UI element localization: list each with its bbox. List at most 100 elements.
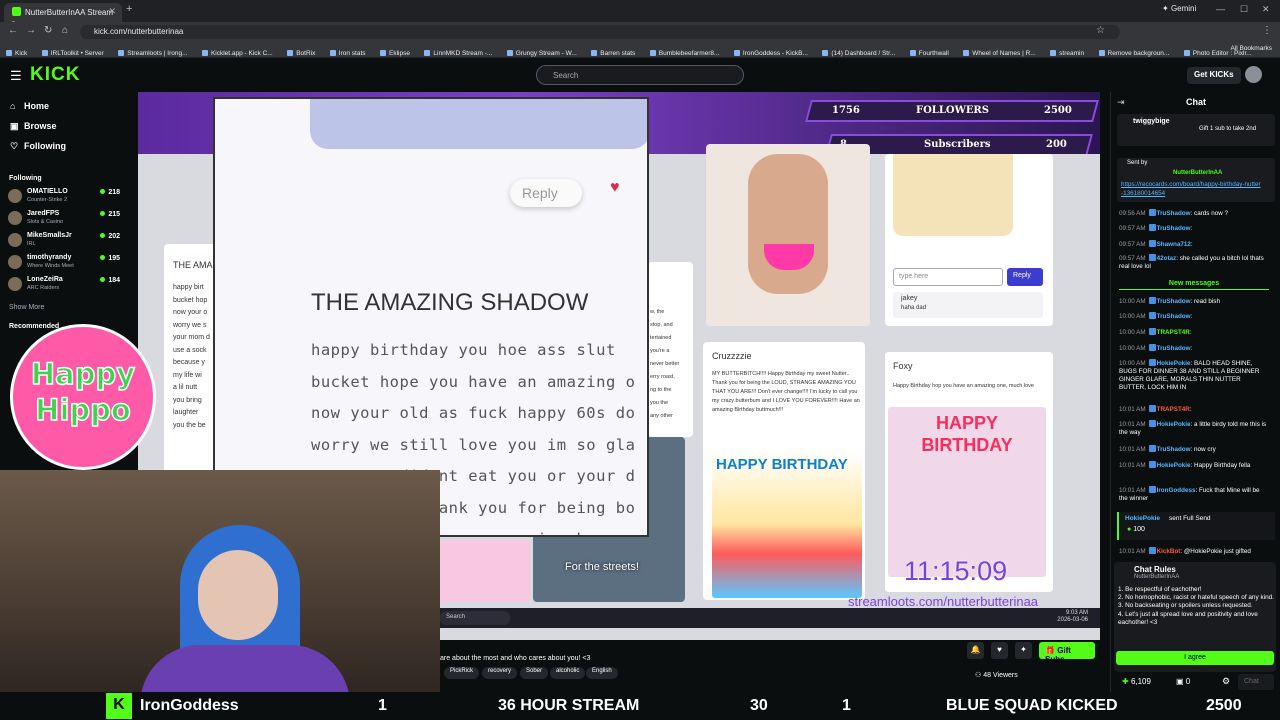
bell-icon[interactable]: 🔔 — [967, 642, 984, 659]
gift-user[interactable]: HokiePokie — [1125, 515, 1160, 522]
tag[interactable]: Sober — [520, 667, 549, 679]
user-avatar[interactable] — [1245, 66, 1262, 83]
hamburger-menu-icon[interactable]: ☰ — [10, 68, 22, 84]
bookmark-item[interactable]: (14) Dashboard / Str... — [822, 50, 895, 57]
followed-channel[interactable]: MikeSmallsJr IRL 202 — [8, 232, 130, 252]
show-more-link[interactable]: Show More — [9, 304, 44, 311]
streamer-name: IronGoddess — [140, 697, 239, 714]
badge-icon — [1148, 254, 1156, 261]
msg-user[interactable]: HokiePokie — [1157, 360, 1191, 367]
new-tab-button[interactable]: + — [126, 3, 132, 15]
nav-browse[interactable]: ▣ Browse — [10, 121, 57, 132]
tag[interactable]: alcoholic — [550, 667, 586, 679]
kick-logo[interactable]: KICK — [30, 64, 80, 86]
bookmark-item[interactable]: Bumblebeefarmer8... — [650, 50, 720, 57]
minimize-icon[interactable]: — — [1216, 4, 1225, 14]
followed-channel[interactable]: timothyrandy Where Winds Meet 195 — [8, 254, 130, 274]
agree-button[interactable]: I agree — [1116, 651, 1274, 665]
bookmark-item[interactable]: IronGoddess - KickB... — [734, 50, 808, 57]
msg-user[interactable]: TRAPST4R — [1157, 329, 1190, 336]
bookmark-item[interactable]: Wheel of Names | R... — [963, 50, 1035, 57]
msg-user[interactable]: Shawna712 — [1157, 241, 1191, 248]
card-body: Happy Birthday hop you have an amazing o… — [893, 383, 1034, 389]
msg-time: 10:00 AM — [1119, 360, 1146, 367]
bookmark-item[interactable]: LinnMKD Stream -... — [424, 50, 492, 57]
browser-tab[interactable]: NutterButterInAA Stream -✕ — [4, 3, 122, 26]
viewer-count: ⚇ 48 Viewers — [975, 671, 1018, 679]
url-field[interactable]: kick.com/nutterbutterinaa — [80, 25, 1120, 39]
pinned-gift-bar[interactable]: twiggybige Gift 1 sub to take 2nd — [1117, 114, 1275, 146]
msg-user[interactable]: HokiePokie — [1157, 462, 1191, 469]
home-icon[interactable]: ⌂ — [62, 25, 68, 36]
card-line: now your old as fuck happy 60s do — [311, 404, 636, 422]
msg-user[interactable]: TruShadow — [1157, 313, 1191, 320]
bookmark-item[interactable]: streamin — [1050, 50, 1084, 57]
forward-icon[interactable]: → — [26, 25, 36, 36]
msg-user[interactable]: TruShadow — [1157, 225, 1191, 232]
msg-time: 10:00 AM — [1119, 329, 1146, 336]
points-balance: ▣ 0 — [1176, 677, 1190, 686]
settings-icon[interactable]: ⚙ — [1222, 676, 1230, 687]
maximize-icon[interactable]: ☐ — [1240, 4, 1248, 15]
tag[interactable]: PickRick — [444, 667, 480, 679]
msg-user[interactable]: TruShadow — [1157, 446, 1191, 453]
card-title: THE AMAZING SHADOW — [311, 289, 589, 316]
followed-channel[interactable]: JaredFPS Slots & Casino 215 — [8, 210, 130, 230]
bookmark-item[interactable]: IRLToolkit • Server — [42, 50, 104, 57]
msg-user[interactable]: TruShadow — [1157, 210, 1191, 217]
msg-user[interactable]: 42otaz — [1157, 255, 1177, 262]
viewer-count: 184 — [100, 277, 120, 284]
reply-button[interactable]: Reply — [1007, 268, 1043, 286]
gift-subs-button[interactable]: 🎁 Gift Subs — [1039, 642, 1095, 664]
chat-message: 10:01 AM KickBot: @HokiePokie just gifted — [1119, 547, 1269, 556]
stream-title: are about the most and who cares about y… — [440, 655, 591, 662]
heart-icon: ♡ — [10, 141, 19, 151]
points-count: 0 — [1185, 677, 1191, 686]
bookmark-item[interactable]: Barren stats — [591, 50, 635, 57]
all-bookmarks-button[interactable]: All Bookmarks — [1230, 45, 1272, 52]
search-input[interactable]: Search — [536, 65, 744, 85]
tag[interactable]: recovery — [482, 667, 518, 679]
reply-input[interactable]: type here — [893, 268, 1003, 286]
heart-icon[interactable]: ♥ — [610, 179, 620, 197]
bookmark-item[interactable]: Iron stats — [330, 50, 366, 57]
bookmark-item[interactable]: Streamloots | Irong... — [118, 50, 187, 57]
close-tab-icon[interactable]: ✕ — [108, 6, 116, 17]
heart-icon[interactable]: ♥ — [991, 642, 1008, 659]
card-line: any other — [650, 413, 673, 419]
get-kicks-button[interactable]: Get KICKs — [1187, 67, 1241, 84]
close-window-icon[interactable]: ✕ — [1262, 4, 1270, 15]
bookmark-item[interactable]: Kick — [6, 50, 27, 57]
reply-button[interactable]: Reply — [510, 179, 582, 207]
chat-input[interactable]: Chat — [1238, 674, 1274, 690]
logo-text: Hippo — [34, 392, 131, 428]
reload-icon[interactable]: ↻ — [44, 25, 52, 36]
msg-user[interactable]: IronGoddess — [1157, 487, 1196, 494]
bookmark-item[interactable]: Remove backgroun... — [1099, 50, 1170, 57]
share-icon[interactable]: ✦ — [1015, 642, 1032, 659]
bookmark-item[interactable]: BotRix — [287, 50, 315, 57]
bookmark-item[interactable]: Fourthwall — [910, 50, 949, 57]
msg-user[interactable]: KickBot — [1157, 548, 1181, 555]
bookmark-item[interactable]: Eklipse — [380, 50, 410, 57]
bookmark-star-icon[interactable]: ☆ — [1096, 25, 1105, 36]
collapse-chat-icon[interactable]: ⇥ — [1117, 97, 1125, 108]
msg-user[interactable]: HokiePokie — [1157, 421, 1191, 428]
msg-user[interactable]: TruShadow — [1157, 298, 1191, 305]
tag[interactable]: English — [586, 667, 618, 679]
nav-home[interactable]: ⌂ Home — [10, 101, 49, 111]
bookmark-item[interactable]: Grungy Stream - W... — [507, 50, 577, 57]
counter: 1 — [842, 697, 851, 714]
msg-user[interactable]: TruShadow — [1157, 345, 1191, 352]
followed-channel[interactable]: LoneZeiRa ARC Raiders 184 — [8, 276, 130, 296]
nav-following[interactable]: ♡ Following — [10, 141, 66, 152]
msg-user[interactable]: TRAPST4R — [1157, 406, 1190, 413]
browser-menu-icon[interactable]: ⋮ — [1262, 25, 1272, 36]
bookmark-item[interactable]: Kicklet.app - Kick C... — [202, 50, 273, 57]
back-icon[interactable]: ← — [8, 25, 18, 36]
followed-channel[interactable]: OMATIELLO Counter-Strike 2 218 — [8, 188, 130, 208]
gemini-button[interactable]: ✦ Gemini — [1162, 4, 1196, 13]
pinned-link[interactable]: https://recocards.com/board/happy-birthd… — [1121, 180, 1261, 198]
webcam-feed — [0, 470, 440, 692]
card-body: w, the stop, and tertained you're a neve… — [650, 306, 679, 423]
